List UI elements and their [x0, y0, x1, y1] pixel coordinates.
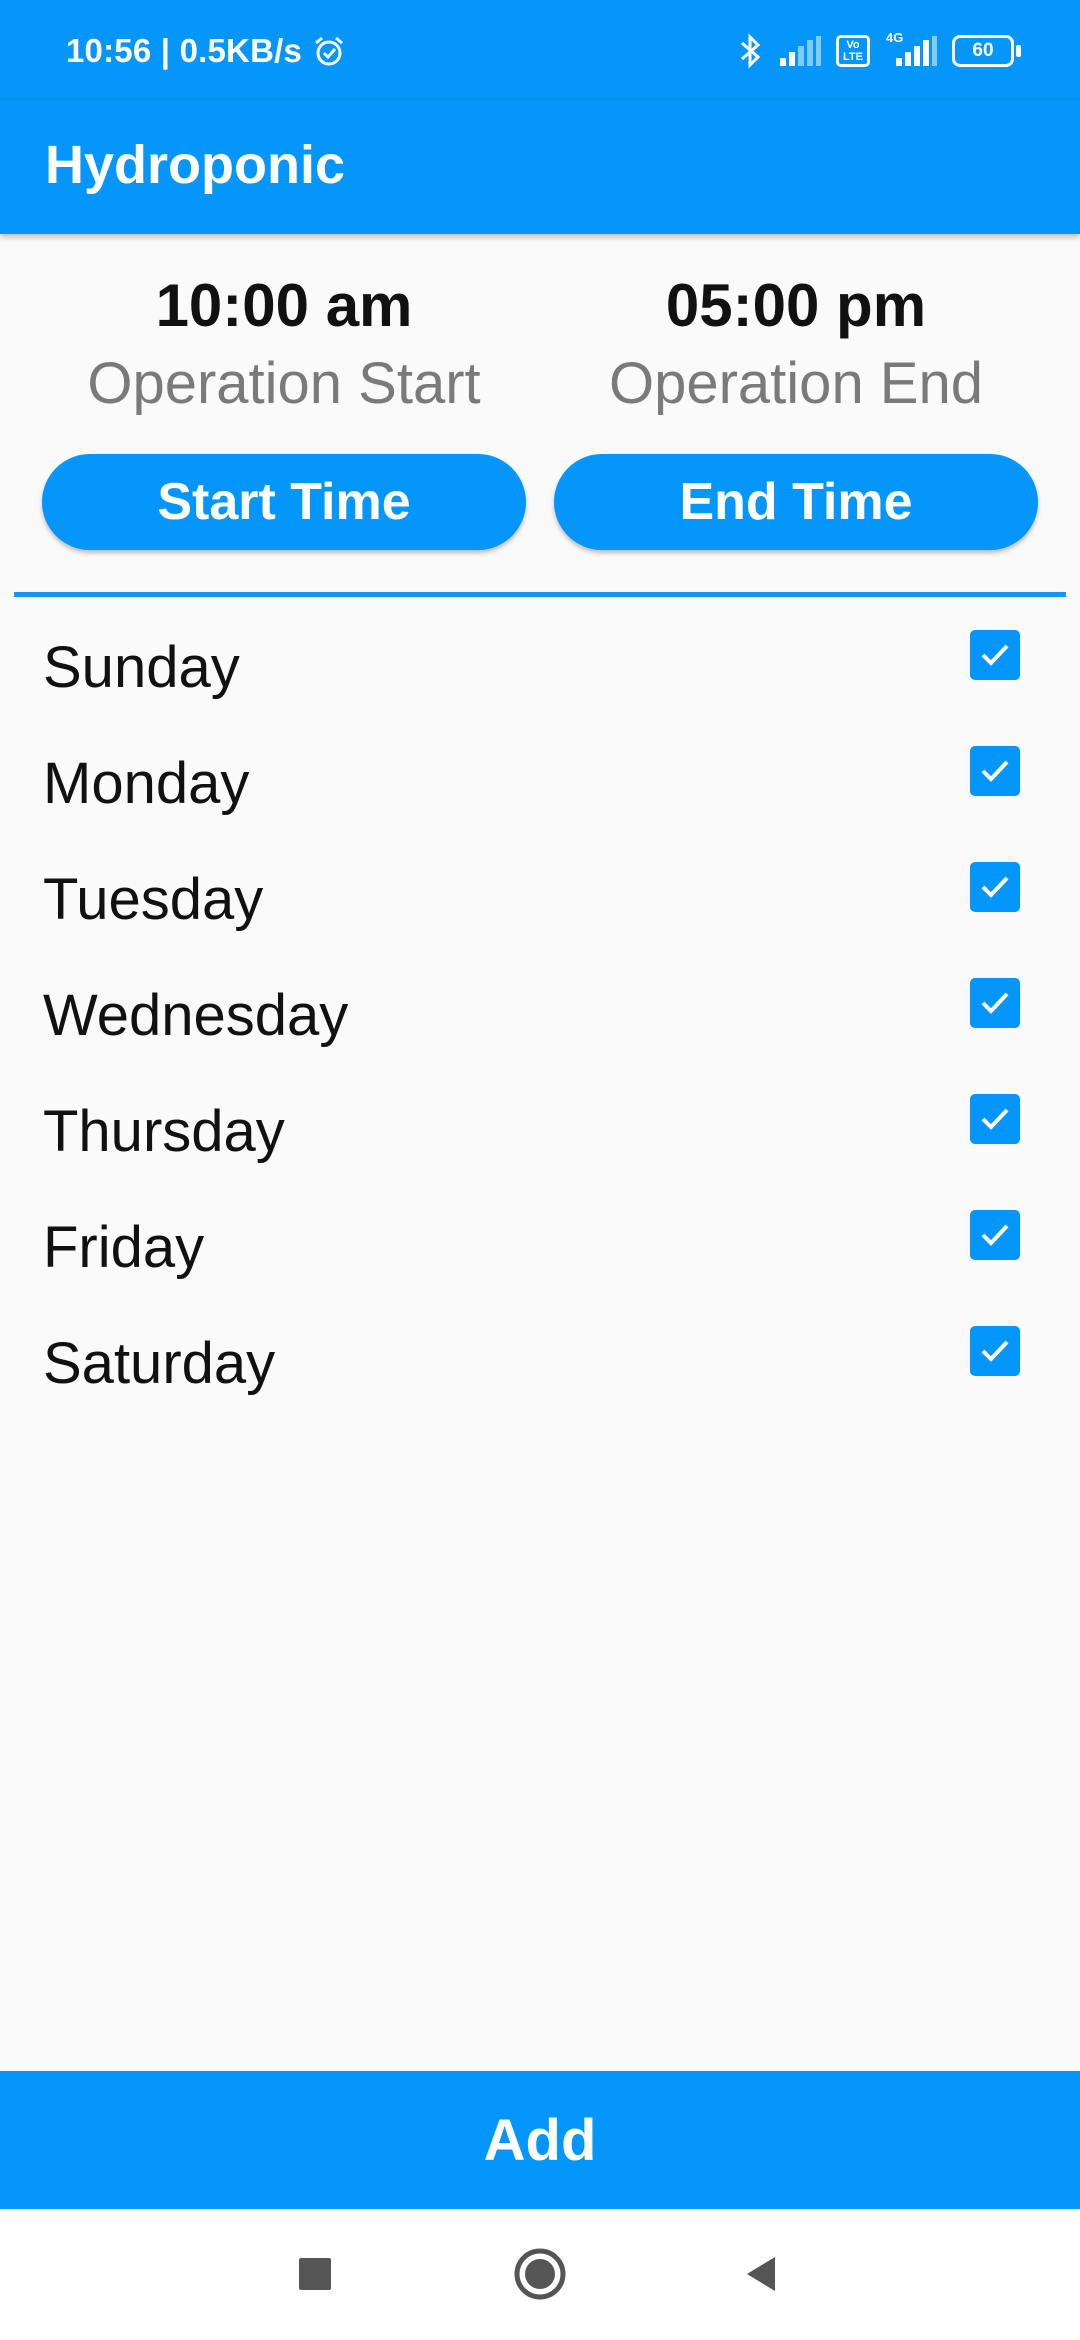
start-time-caption: Operation Start: [87, 351, 481, 416]
alarm-icon: [315, 36, 343, 66]
system-nav-bar: [0, 2209, 1080, 2340]
status-bar: 10:56 | 0.5KB/s Vo LTE 4G 60: [0, 0, 1080, 100]
day-label: Thursday: [43, 1099, 285, 1164]
status-left: 10:56 | 0.5KB/s: [66, 28, 346, 74]
start-time-block: 10:00 am Operation Start: [34, 266, 534, 422]
status-right: Vo LTE 4G 60: [738, 28, 1022, 74]
home-icon: [514, 2248, 566, 2300]
home-button[interactable]: [505, 2239, 575, 2309]
day-label: Friday: [43, 1215, 205, 1280]
day-row-wednesday: Wednesday: [0, 958, 1080, 1074]
end-time-button[interactable]: End Time: [554, 454, 1038, 550]
day-row-friday: Friday: [0, 1190, 1080, 1306]
checkmark-icon: [981, 1340, 1009, 1362]
day-row-monday: Monday: [0, 726, 1080, 842]
recents-icon: [299, 2258, 331, 2290]
battery-level: 60: [972, 40, 994, 61]
status-time-speed: 10:56 | 0.5KB/s: [66, 32, 303, 69]
checkmark-icon: [981, 1108, 1009, 1130]
day-row-tuesday: Tuesday: [0, 842, 1080, 958]
day-checkbox-sunday[interactable]: [970, 630, 1020, 680]
divider: [14, 592, 1066, 597]
day-label: Tuesday: [43, 867, 264, 932]
start-time-button[interactable]: Start Time: [42, 454, 526, 550]
volte-label: Vo LTE: [843, 39, 863, 63]
day-row-saturday: Saturday: [0, 1306, 1080, 1422]
signal-4g-icon: 4G: [884, 30, 938, 68]
back-button[interactable]: [726, 2239, 796, 2309]
checkmark-icon: [981, 644, 1009, 666]
day-row-sunday: Sunday: [0, 610, 1080, 726]
day-checkbox-thursday[interactable]: [970, 1094, 1020, 1144]
bluetooth-icon: [741, 33, 761, 69]
day-checkbox-friday[interactable]: [970, 1210, 1020, 1260]
checkmark-icon: [981, 992, 1009, 1014]
signal-icon: [780, 36, 821, 66]
add-button[interactable]: Add: [0, 2071, 1080, 2209]
recents-button[interactable]: [280, 2239, 350, 2309]
day-checkbox-wednesday[interactable]: [970, 978, 1020, 1028]
app-bar: Hydroponic: [0, 100, 1080, 234]
end-time-value: 05:00 pm: [665, 272, 927, 339]
day-checkbox-saturday[interactable]: [970, 1326, 1020, 1376]
day-label: Wednesday: [43, 983, 349, 1048]
back-icon: [747, 2257, 775, 2291]
checkmark-icon: [981, 760, 1009, 782]
day-checkbox-monday[interactable]: [970, 746, 1020, 796]
checkmark-icon: [981, 1224, 1009, 1246]
volte-icon: Vo LTE: [836, 35, 870, 67]
day-row-thursday: Thursday: [0, 1074, 1080, 1190]
end-time-block: 05:00 pm Operation End: [546, 266, 1046, 422]
day-label: Monday: [43, 751, 250, 816]
day-label: Saturday: [43, 1331, 276, 1396]
checkmark-icon: [981, 876, 1009, 898]
day-list: Sunday Monday Tuesday Wednesday Thursday…: [0, 610, 1080, 1422]
start-time-value: 10:00 am: [155, 272, 413, 339]
day-label: Sunday: [43, 635, 240, 700]
day-checkbox-tuesday[interactable]: [970, 862, 1020, 912]
app-title: Hydroponic: [45, 135, 346, 195]
end-time-caption: Operation End: [608, 351, 984, 416]
battery-icon: 60: [952, 35, 1022, 67]
